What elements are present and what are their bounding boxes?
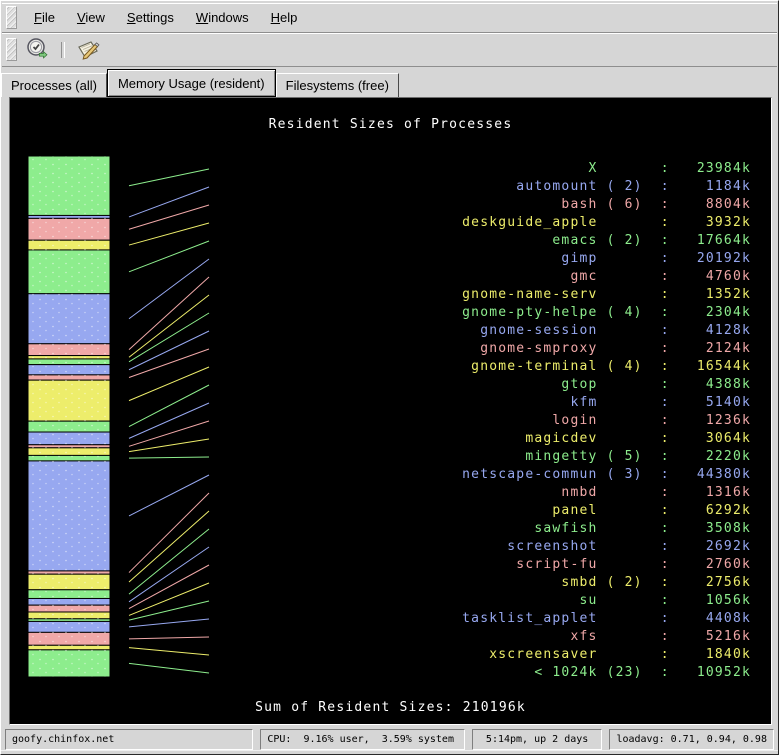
process-row: mingetty ( 5) : 2220k xyxy=(462,448,751,466)
process-row: xscreensaver : 1840k xyxy=(462,646,751,664)
process-row: emacs ( 2) : 17664k xyxy=(462,232,751,250)
process-row: panel : 6292k xyxy=(462,502,751,520)
process-row: deskguide_apple : 3932k xyxy=(462,214,751,232)
menu-file[interactable]: File xyxy=(23,5,66,30)
tab-bar: Processes (all) Memory Usage (resident) … xyxy=(1,69,778,97)
process-row: gtop : 4388k xyxy=(462,376,751,394)
toolbar-grip-handle[interactable] xyxy=(6,38,17,61)
process-row: gnome-name-serv : 1352k xyxy=(462,286,751,304)
timer-run-icon[interactable] xyxy=(23,36,53,64)
leader-line xyxy=(129,205,209,229)
menu-help[interactable]: Help xyxy=(260,5,309,30)
process-row: < 1024k (23) : 10952k xyxy=(462,664,751,682)
process-row: xfs : 5216k xyxy=(462,628,751,646)
leader-line xyxy=(129,421,209,446)
process-row: gnome-terminal ( 4) : 16544k xyxy=(462,358,751,376)
process-row: netscape-commun ( 3) : 44380k xyxy=(462,466,751,484)
leader-line xyxy=(129,637,209,639)
leader-line xyxy=(129,619,209,627)
gtop-window: FileViewSettingsWindowsHelp Processes (a… xyxy=(0,0,779,755)
leader-line xyxy=(129,277,209,350)
menu-items: FileViewSettingsWindowsHelp xyxy=(23,5,308,30)
process-row: login : 1236k xyxy=(462,412,751,430)
leader-line xyxy=(129,529,209,594)
process-row: gnome-smproxy : 2124k xyxy=(462,340,751,358)
process-row: gmc : 4760k xyxy=(462,268,751,286)
leader-line xyxy=(129,349,209,378)
bar-stipple-overlay xyxy=(28,156,110,677)
loadavg-status: loadavg: 0.71, 0.94, 0.98 xyxy=(609,729,774,750)
leader-line xyxy=(129,169,209,186)
leader-line xyxy=(129,493,209,573)
toolbar xyxy=(2,33,777,67)
status-bar: goofy.chinfox.net CPU: 9.16% user, 3.59%… xyxy=(5,729,774,750)
leader-line xyxy=(129,295,209,357)
leader-line xyxy=(129,313,209,362)
menubar-grip-handle[interactable] xyxy=(6,6,17,29)
leader-line xyxy=(129,547,209,602)
sum-of-resident-sizes: Sum of Resident Sizes: 210196k xyxy=(11,699,770,717)
process-row: bash ( 6) : 8804k xyxy=(462,196,751,214)
leader-line xyxy=(129,475,209,516)
process-row: nmbd : 1316k xyxy=(462,484,751,502)
hostname-status: goofy.chinfox.net xyxy=(5,729,253,750)
leader-line xyxy=(129,223,209,245)
leader-line xyxy=(129,457,209,458)
tab-memory-usage[interactable]: Memory Usage (resident) xyxy=(107,69,276,97)
menu-view[interactable]: View xyxy=(66,5,116,30)
process-row: automount ( 2) : 1184k xyxy=(462,178,751,196)
process-row: script-fu : 2760k xyxy=(462,556,751,574)
process-size-list: X : 23984k automount ( 2) : 1184k bash (… xyxy=(462,160,751,682)
process-row: kfm : 5140k xyxy=(462,394,751,412)
tab-processes[interactable]: Processes (all) xyxy=(1,73,107,97)
process-row: screenshot : 2692k xyxy=(462,538,751,556)
process-row: gnome-session : 4128k xyxy=(462,322,751,340)
time-uptime-status: 5:14pm, up 2 days xyxy=(472,729,603,750)
toolbar-separator xyxy=(61,42,65,58)
leader-line xyxy=(129,439,209,452)
leader-line xyxy=(129,259,209,319)
tab-filesystems[interactable]: Filesystems (free) xyxy=(276,73,399,97)
leader-line xyxy=(129,648,209,655)
leader-line xyxy=(129,187,209,217)
menu-bar: FileViewSettingsWindowsHelp xyxy=(2,3,777,33)
process-row: sawfish : 3508k xyxy=(462,520,751,538)
process-row: smbd ( 2) : 2756k xyxy=(462,574,751,592)
cpu-usage-status: CPU: 9.16% user, 3.59% system xyxy=(260,729,464,750)
chart-frame: Resident Sizes of Processes X : 23984k a… xyxy=(9,97,772,725)
leader-line xyxy=(129,663,209,673)
memory-usage-chart: Resident Sizes of Processes X : 23984k a… xyxy=(11,99,770,723)
menu-settings[interactable]: Settings xyxy=(116,5,185,30)
process-row: su : 1056k xyxy=(462,592,751,610)
leader-line xyxy=(129,367,209,401)
leader-line xyxy=(129,241,209,272)
edit-note-icon[interactable] xyxy=(73,36,103,64)
process-row: X : 23984k xyxy=(462,160,751,178)
process-row: magicdev : 3064k xyxy=(462,430,751,448)
window-bottom-edge xyxy=(1,750,778,754)
process-row: tasklist_applet : 4408k xyxy=(462,610,751,628)
process-row: gnome-pty-helpe ( 4) : 2304k xyxy=(462,304,751,322)
process-row: gimp : 20192k xyxy=(462,250,751,268)
menu-windows[interactable]: Windows xyxy=(185,5,260,30)
